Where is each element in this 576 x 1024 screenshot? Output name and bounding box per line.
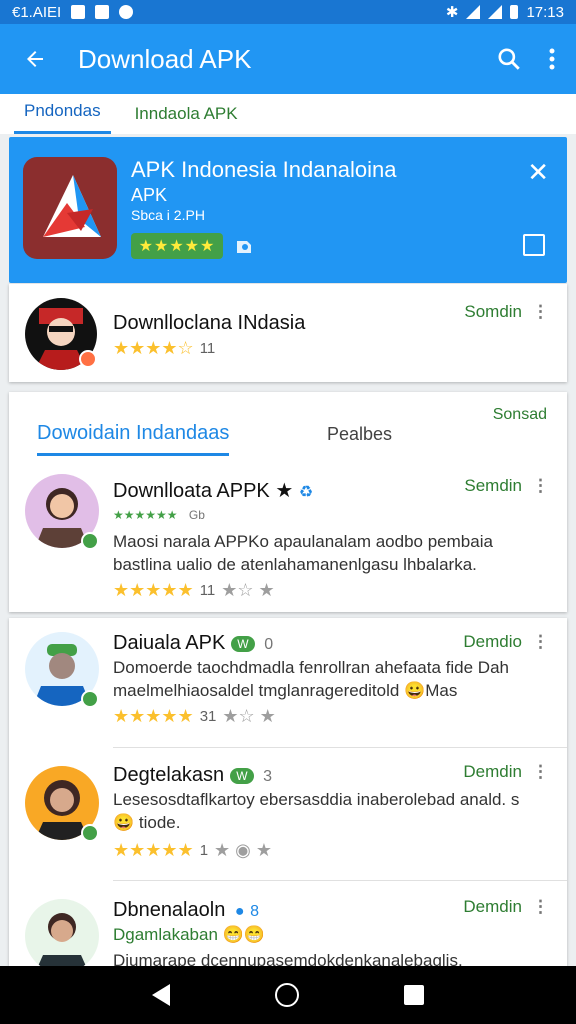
battery-icon <box>510 5 519 19</box>
item-rating: ★★★★★ 11 ★☆ ★ <box>113 580 275 601</box>
item-description: Domoerde taochdmadla fenrollran ahefaata… <box>113 658 509 700</box>
wifi-icon <box>466 5 481 19</box>
share-icon: ♻ <box>298 484 314 501</box>
item-description: Lesesosdtaflkartoy ebersasddia inaberole… <box>113 790 520 832</box>
avatar-badge <box>81 690 99 708</box>
rating-count: 11 <box>199 582 216 599</box>
item-action[interactable]: Demdin ⋮ <box>463 762 549 782</box>
share-icon[interactable] <box>233 235 255 263</box>
item-title: Degtelakasn W 3 <box>113 764 272 786</box>
install-button[interactable]: Somdin <box>464 302 522 322</box>
hero-card[interactable]: APK Indonesia Indanaloina APK Sbca i 2.P… <box>9 137 567 283</box>
tab-inndaola-apk[interactable]: Inndaola APK <box>125 104 248 134</box>
search-icon[interactable] <box>496 46 522 72</box>
featured-action[interactable]: Somdin ⋮ <box>464 302 549 322</box>
tab-pndondas[interactable]: Pndondas <box>14 101 111 134</box>
install-button[interactable]: Demdin <box>463 897 522 917</box>
rating-extra: ★☆ ★ <box>221 580 275 600</box>
rating-count: 31 <box>199 708 217 725</box>
item-action[interactable]: Semdin ⋮ <box>464 476 549 496</box>
bookmark-icon[interactable] <box>523 234 545 256</box>
nav-home-icon[interactable] <box>274 983 299 1007</box>
app-bar: Download APK <box>0 24 576 94</box>
more-vert-icon[interactable]: ⋮ <box>532 476 549 496</box>
avatar-badge <box>81 532 99 550</box>
more-vert-icon[interactable]: ⋮ <box>532 302 549 322</box>
item-rating: ★★★★★ 1 ★ ◉ ★ <box>113 840 272 861</box>
item-description: Maosi narala APPKo apaulanalam aodbo pem… <box>113 532 493 574</box>
mini-rating: ★★★★★★ Gb <box>113 508 205 522</box>
verified-badge: W <box>230 767 254 784</box>
list-item[interactable]: Dbnenalaoln ● 8 Demdin ⋮ Dgamlakaban 😁😁 … <box>9 881 567 966</box>
list-item[interactable]: Degtelakasn W 3 Demdin ⋮ Lesesosdtaflkart… <box>9 748 567 881</box>
bluetooth-icon: ✱ <box>445 4 459 21</box>
tab-pealbes[interactable]: Pealbes <box>327 424 392 445</box>
item-action[interactable]: Demdin ⋮ <box>463 897 549 917</box>
tab-downloads[interactable]: Dowoidain Indandaas <box>37 422 230 456</box>
featured-rating: ★★★★☆ 11 <box>113 338 215 359</box>
list-card: Daiuala APK W 0 Demdio ⋮ Domoerde taochdm… <box>9 618 567 966</box>
rating-stars: ★★★★★ <box>113 580 194 600</box>
settings-notification-icon <box>119 5 134 19</box>
item-rating: ★★★★★ 31 ★☆ ★ <box>113 706 276 727</box>
item-description: Diumarape dcennupasemdokdenkanalebaglis. <box>113 951 463 966</box>
status-time-left: €1.AIЕI <box>12 3 62 21</box>
item-title: Downlloata APPK ★ ♻ <box>113 480 314 502</box>
hero-title: APK Indonesia Indanaloina <box>131 157 397 182</box>
rating-stars: ★★★★★ <box>113 840 194 860</box>
avatar-badge <box>79 350 97 368</box>
hero-rating: ★★★★★ <box>131 233 223 259</box>
rating-stars: ★★★★★ <box>113 706 194 726</box>
hero-subtitle: APK <box>131 185 168 205</box>
chat-notification-icon <box>95 5 110 19</box>
install-button[interactable]: Demdin <box>463 762 522 782</box>
more-vert-icon[interactable]: ⋮ <box>532 897 549 917</box>
more-vert-icon[interactable]: ⋮ <box>532 762 549 782</box>
status-time-right: 17:13 <box>526 3 564 21</box>
app-logo-icon <box>23 157 117 259</box>
install-button[interactable]: Semdin <box>464 476 522 496</box>
more-vert-icon[interactable]: ⋮ <box>532 632 549 652</box>
top-tabs: Pndondas Inndaola APK <box>0 94 576 134</box>
back-button[interactable] <box>0 47 70 71</box>
more-vert-icon[interactable] <box>548 47 556 71</box>
avatar <box>25 899 99 966</box>
arrow-left-icon <box>27 51 43 67</box>
rating-stars: ★★★★☆ <box>113 338 194 358</box>
section-card: Sonsad Dowoidain Indandaas Pealbes Downl… <box>9 392 567 612</box>
list-item[interactable]: Daiuala APK W 0 Demdio ⋮ Domoerde taochdm… <box>9 618 567 748</box>
page-title: Download APK <box>78 43 252 74</box>
list-item[interactable]: Downlloata APPK ★ ♻ Semdin ⋮ ★★★★★★ Gb M… <box>9 464 567 612</box>
signal-icon <box>488 5 503 19</box>
nav-recents-icon[interactable] <box>403 985 424 1005</box>
verified-icon: ● <box>234 903 245 920</box>
inner-tabs: Sonsad Dowoidain Indandaas Pealbes <box>9 392 567 464</box>
featured-card[interactable]: Downlloclana INdasia Somdin ⋮ ★★★★☆ 11 <box>9 284 567 382</box>
hero-size: Sbca i 2.PH <box>131 207 205 223</box>
rating-extra: ★☆ ★ <box>222 706 276 726</box>
status-bar: €1.AIЕI ✱ 17:13 <box>0 0 576 24</box>
item-action[interactable]: Demdio ⋮ <box>463 632 549 652</box>
system-nav-bar <box>0 966 576 1024</box>
image-notification-icon <box>71 5 86 19</box>
item-title: Dbnenalaoln ● 8 <box>113 899 260 921</box>
close-icon[interactable]: ✕ <box>527 157 549 188</box>
install-button[interactable]: Demdio <box>463 632 522 652</box>
verified-badge: W <box>231 635 255 652</box>
featured-title: Downlloclana INdasia <box>113 312 306 334</box>
item-subtitle: Dgamlakaban 😁😁 <box>113 925 265 944</box>
item-title: Daiuala APK W 0 <box>113 632 274 654</box>
rating-count: 11 <box>199 340 216 357</box>
nav-back-icon[interactable] <box>152 984 171 1006</box>
section-corner-label[interactable]: Sonsad <box>493 406 547 424</box>
rating-count: 1 <box>199 842 209 859</box>
avatar-badge <box>81 824 99 842</box>
rating-extra: ★ ◉ ★ <box>214 840 273 860</box>
